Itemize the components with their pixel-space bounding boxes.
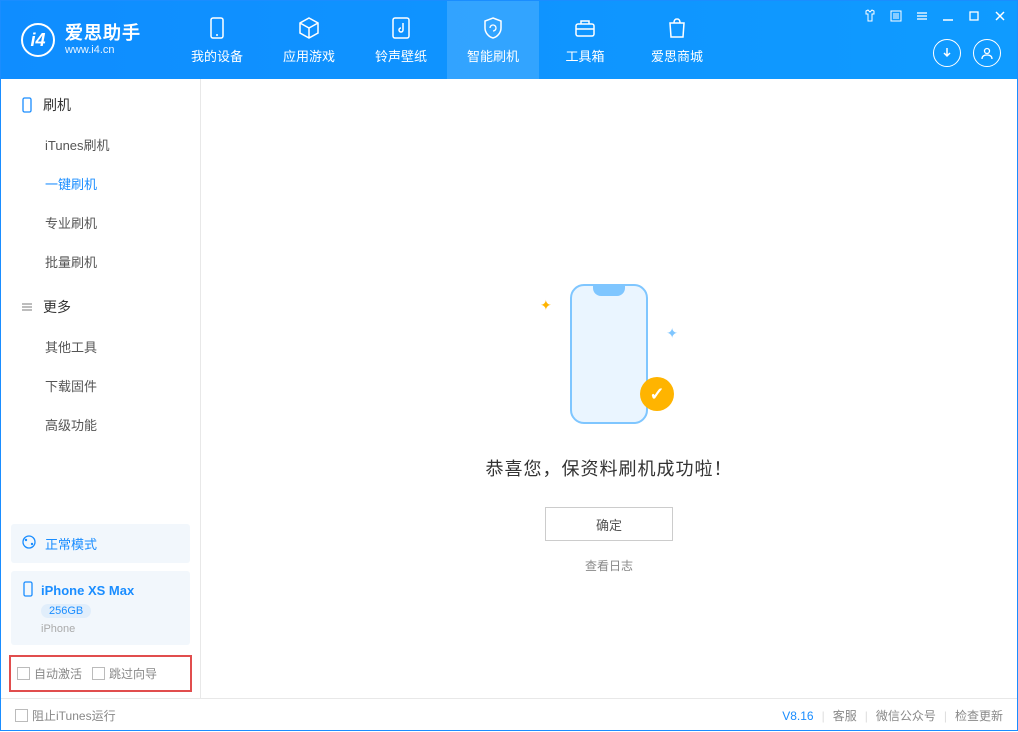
section-title: 更多 (43, 297, 71, 317)
tab-store[interactable]: 爱思商城 (631, 1, 723, 79)
mode-icon (21, 534, 37, 553)
tab-toolbox[interactable]: 工具箱 (539, 1, 631, 79)
footer-link-update[interactable]: 检查更新 (955, 707, 1003, 724)
checkbox-icon (92, 667, 105, 680)
sidebar-item-other-tools[interactable]: 其他工具 (1, 327, 200, 366)
sidebar-item-pro-flash[interactable]: 专业刷机 (1, 203, 200, 242)
checkbox-label: 阻止iTunes运行 (32, 707, 116, 724)
shopping-bag-icon (665, 16, 689, 40)
phone-outline-icon (19, 97, 35, 113)
minimize-button[interactable] (939, 7, 957, 25)
device-info-box[interactable]: iPhone XS Max 256GB iPhone (11, 571, 190, 645)
user-button[interactable] (973, 39, 1001, 67)
checkbox-icon (17, 667, 30, 680)
tab-ringtones-wallpapers[interactable]: 铃声壁纸 (355, 1, 447, 79)
logo-area: i4 爱思助手 www.i4.cn (1, 23, 161, 57)
window-controls (861, 7, 1009, 25)
device-type: iPhone (41, 623, 180, 635)
footer-bar: 阻止iTunes运行 V8.16 | 客服 | 微信公众号 | 检查更新 (1, 698, 1017, 732)
header-right-buttons (933, 39, 1001, 67)
nav-tabs: 我的设备 应用游戏 铃声壁纸 智能刷机 工具箱 爱思商城 (171, 1, 723, 79)
tab-smart-flash[interactable]: 智能刷机 (447, 1, 539, 79)
device-mode-box[interactable]: 正常模式 (11, 524, 190, 563)
checkbox-label: 自动激活 (34, 665, 82, 682)
shield-refresh-icon (481, 16, 505, 40)
logo-title: 爱思助手 (65, 24, 141, 44)
device-phone-icon (21, 581, 35, 600)
tab-my-device[interactable]: 我的设备 (171, 1, 263, 79)
more-icon (19, 299, 35, 315)
phone-graphic (570, 284, 648, 424)
checkbox-icon (15, 709, 28, 722)
close-button[interactable] (991, 7, 1009, 25)
main-content: ✦ ✦ ✓ 恭喜您，保资料刷机成功啦！ 确定 查看日志 (201, 79, 1017, 698)
view-log-link[interactable]: 查看日志 (585, 557, 633, 574)
tab-label: 智能刷机 (467, 46, 519, 65)
tab-label: 铃声壁纸 (375, 46, 427, 65)
version-label: V8.16 (782, 709, 813, 723)
sidebar-item-oneclick-flash[interactable]: 一键刷机 (1, 164, 200, 203)
toolbox-icon (573, 16, 597, 40)
success-illustration: ✦ ✦ ✓ (554, 279, 664, 429)
sidebar-section-more: 更多 (1, 281, 200, 327)
checkbox-auto-activate[interactable]: 自动激活 (17, 665, 82, 682)
logo-text: 爱思助手 www.i4.cn (65, 24, 141, 56)
success-message: 恭喜您，保资料刷机成功啦！ (486, 455, 733, 481)
logo-subtitle: www.i4.cn (65, 44, 141, 56)
tab-label: 我的设备 (191, 46, 243, 65)
check-badge-icon: ✓ (640, 377, 674, 411)
checkbox-block-itunes[interactable]: 阻止iTunes运行 (15, 707, 116, 724)
checkbox-skip-guide[interactable]: 跳过向导 (92, 665, 157, 682)
shirt-icon[interactable] (861, 7, 879, 25)
sidebar-item-advanced[interactable]: 高级功能 (1, 405, 200, 444)
checkbox-label: 跳过向导 (109, 665, 157, 682)
sidebar: 刷机 iTunes刷机 一键刷机 专业刷机 批量刷机 更多 其他工具 下载固件 … (1, 79, 201, 698)
sidebar-section-flash: 刷机 (1, 79, 200, 125)
tab-label: 应用游戏 (283, 46, 335, 65)
menu-icon[interactable] (913, 7, 931, 25)
tab-label: 工具箱 (565, 46, 604, 65)
sidebar-item-batch-flash[interactable]: 批量刷机 (1, 242, 200, 281)
mode-label: 正常模式 (45, 534, 97, 553)
sidebar-item-download-firmware[interactable]: 下载固件 (1, 366, 200, 405)
device-name: iPhone XS Max (41, 583, 134, 598)
options-highlight-box: 自动激活 跳过向导 (9, 655, 192, 692)
cube-icon (297, 16, 321, 40)
footer-link-service[interactable]: 客服 (833, 707, 857, 724)
tab-label: 爱思商城 (651, 46, 703, 65)
footer-link-wechat[interactable]: 微信公众号 (876, 707, 936, 724)
tab-apps-games[interactable]: 应用游戏 (263, 1, 355, 79)
list-icon[interactable] (887, 7, 905, 25)
music-file-icon (389, 16, 413, 40)
sparkle-icon: ✦ (540, 297, 552, 314)
phone-icon (205, 16, 229, 40)
section-title: 刷机 (43, 95, 71, 115)
sidebar-item-itunes-flash[interactable]: iTunes刷机 (1, 125, 200, 164)
maximize-button[interactable] (965, 7, 983, 25)
download-button[interactable] (933, 39, 961, 67)
app-header: i4 爱思助手 www.i4.cn 我的设备 应用游戏 铃声壁纸 智能刷机 工具… (1, 1, 1017, 79)
logo-icon: i4 (21, 23, 55, 57)
sparkle-icon: ✦ (666, 325, 678, 342)
ok-button[interactable]: 确定 (545, 507, 673, 541)
device-capacity: 256GB (41, 604, 91, 618)
